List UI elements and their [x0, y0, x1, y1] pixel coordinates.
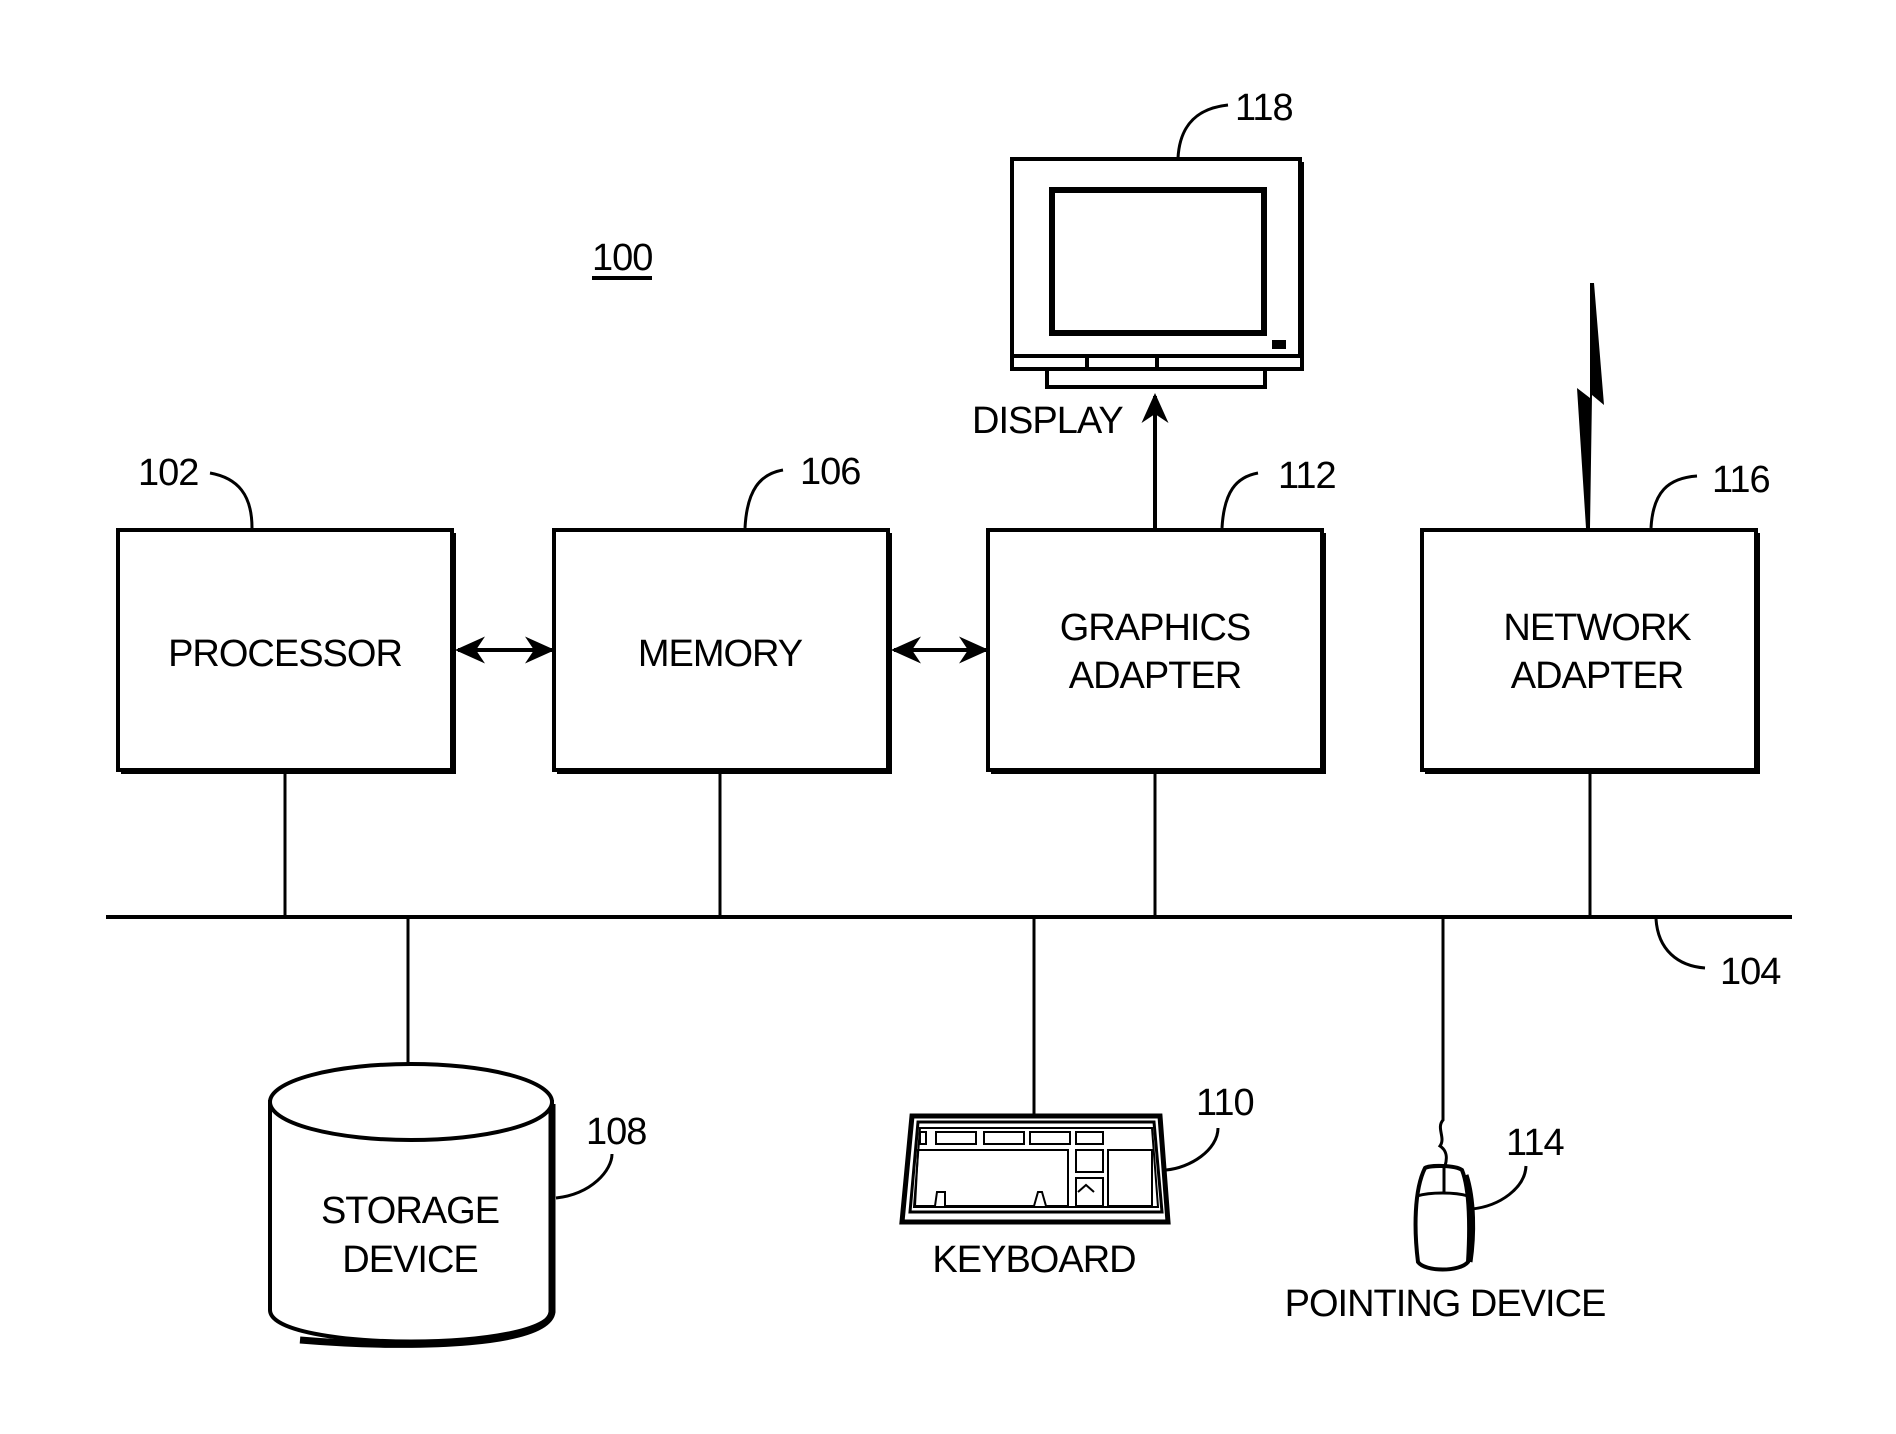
keyboard-label: KEYBOARD	[932, 1239, 1135, 1281]
mouse-ref-number: 114	[1506, 1122, 1564, 1164]
processor-leader-line	[209, 471, 254, 529]
memory-block: MEMORY 106	[552, 451, 892, 774]
keyboard-icon	[899, 1113, 1171, 1225]
memory-ref-number: 106	[800, 451, 860, 493]
display-label: DISPLAY	[972, 400, 1123, 442]
storage-label-line-2: DEVICE	[342, 1239, 477, 1281]
graphics-adapter-label-line-2: ADAPTER	[1069, 655, 1241, 697]
keyboard-ref-number: 110	[1196, 1082, 1254, 1124]
display-monitor: 118 DISPLAY	[972, 87, 1304, 442]
storage-label-line-1: STORAGE	[321, 1190, 499, 1232]
processor-ref-number: 102	[138, 452, 198, 494]
storage-device: STORAGE DEVICE 108	[268, 1062, 647, 1348]
graphics-adapter-label-line-1: GRAPHICS	[1060, 607, 1250, 649]
network-adapter-box	[1420, 528, 1758, 772]
figure-reference: 100	[592, 237, 653, 280]
processor-label: PROCESSOR	[168, 633, 402, 675]
storage-ref-number: 108	[586, 1111, 646, 1153]
graphics-adapter-box	[986, 528, 1324, 772]
memory-label: MEMORY	[638, 633, 803, 675]
graphics-adapter-ref-number: 112	[1278, 455, 1336, 497]
bus-leader-line	[1654, 918, 1706, 970]
keyboard: 110 KEYBOARD	[899, 1082, 1255, 1281]
mouse-bus-connector	[1437, 917, 1448, 1167]
network-adapter-label-line-1: NETWORK	[1503, 607, 1691, 649]
keyboard-leader-line	[1165, 1127, 1220, 1172]
system-block-diagram: 100 118 DISPLAY PROCESSOR 102 MEMORY 106…	[106, 87, 1792, 1348]
memory-leader-line	[743, 468, 784, 529]
graphics-adapter-leader-line	[1220, 471, 1259, 529]
network-adapter-leader-line	[1649, 474, 1698, 529]
graphics-adapter-block: GRAPHICS ADAPTER 112	[986, 455, 1337, 774]
pointing-device-label: POINTING DEVICE	[1285, 1283, 1606, 1325]
network-adapter-label-line-2: ADAPTER	[1511, 655, 1683, 697]
figure-ref-number: 100	[592, 237, 652, 279]
network-adapter-ref-number: 116	[1712, 459, 1770, 501]
mouse-leader-line	[1471, 1165, 1528, 1211]
bus-ref-number: 104	[1720, 951, 1781, 993]
monitor-icon	[1010, 157, 1304, 389]
storage-leader-line	[555, 1153, 614, 1200]
mouse-icon	[1413, 1163, 1476, 1272]
display-ref-number: 118	[1235, 87, 1293, 129]
wireless-link-icon	[1577, 283, 1604, 528]
processor-block: PROCESSOR 102	[116, 452, 456, 774]
network-adapter-block: NETWORK ADAPTER 116	[1420, 283, 1771, 774]
display-leader-line	[1176, 103, 1229, 159]
